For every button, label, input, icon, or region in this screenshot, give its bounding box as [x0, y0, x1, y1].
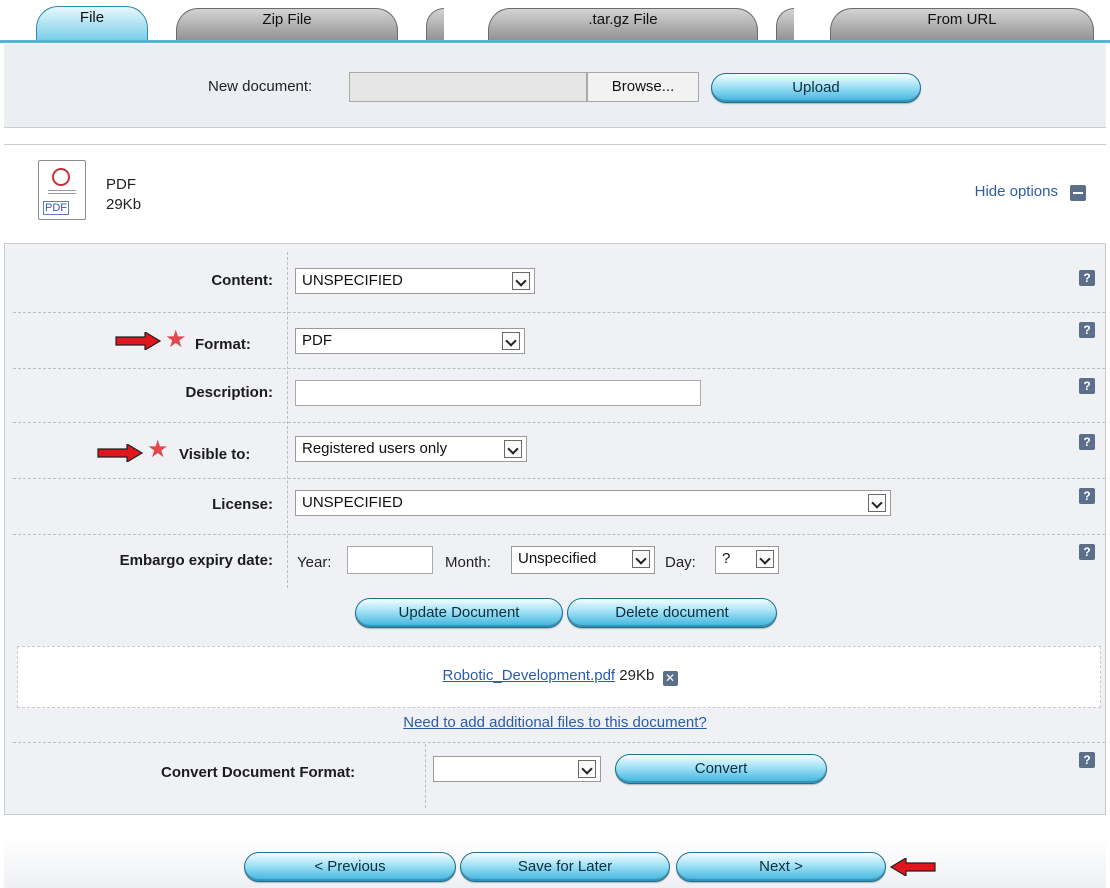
- browse-button[interactable]: Browse...: [587, 72, 699, 102]
- column-divider: [287, 252, 288, 588]
- chevron-down-icon: [502, 332, 520, 350]
- year-input[interactable]: [347, 546, 433, 574]
- column-divider: [425, 744, 426, 808]
- chevron-down-icon: [756, 550, 774, 568]
- chevron-down-icon: [868, 494, 886, 512]
- document-type: PDF: [106, 176, 136, 193]
- next-button[interactable]: Next >: [676, 852, 886, 882]
- row-separator: [13, 742, 1105, 743]
- help-icon[interactable]: ?: [1079, 322, 1095, 338]
- annotation-arrow-right: [97, 444, 143, 462]
- month-select[interactable]: Unspecified: [511, 546, 655, 574]
- description-label: Description:: [185, 384, 273, 401]
- upload-button[interactable]: Upload: [711, 73, 921, 103]
- file-link[interactable]: Robotic_Development.pdf: [443, 667, 616, 684]
- chevron-down-icon: [512, 272, 530, 290]
- collapse-minus-icon[interactable]: [1070, 185, 1086, 201]
- chevron-down-icon: [632, 550, 650, 568]
- convert-button[interactable]: Convert: [615, 754, 827, 784]
- tab-bar: File Zip File .tar.gz File From URL: [0, 0, 1110, 44]
- row-separator: [13, 534, 1105, 535]
- new-document-file-input[interactable]: [349, 72, 587, 102]
- delete-document-button[interactable]: Delete document: [567, 598, 777, 628]
- hide-options-link[interactable]: Hide options: [975, 183, 1058, 200]
- required-star-icon: ★: [147, 436, 169, 463]
- help-icon[interactable]: ?: [1079, 752, 1095, 768]
- help-icon[interactable]: ?: [1079, 270, 1095, 286]
- chevron-down-icon: [578, 760, 596, 778]
- file-row: Robotic_Development.pdf 29Kb ✕: [18, 667, 1102, 686]
- row-separator: [13, 368, 1105, 369]
- visible-to-select[interactable]: Registered users only: [295, 436, 527, 462]
- convert-format-select[interactable]: [433, 756, 601, 782]
- tab-zip-file[interactable]: Zip File: [176, 8, 398, 42]
- format-select[interactable]: PDF: [295, 328, 525, 354]
- tab-edge-decoration: [426, 8, 444, 42]
- previous-button[interactable]: < Previous: [244, 852, 456, 882]
- tab-file[interactable]: File: [36, 6, 148, 43]
- description-input[interactable]: [295, 380, 701, 406]
- document-size: 29Kb: [106, 196, 142, 213]
- row-separator: [13, 478, 1105, 479]
- required-star-icon: ★: [165, 326, 187, 353]
- save-for-later-button[interactable]: Save for Later: [460, 852, 670, 882]
- content-select[interactable]: UNSPECIFIED: [295, 268, 535, 294]
- pdf-document-icon: PDF: [38, 160, 86, 220]
- day-label: Day:: [665, 554, 696, 571]
- help-icon[interactable]: ?: [1079, 488, 1095, 504]
- license-select[interactable]: UNSPECIFIED: [295, 490, 891, 516]
- content-label: Content:: [211, 272, 273, 289]
- add-files-link[interactable]: Need to add additional files to this doc…: [5, 714, 1105, 731]
- annotation-arrow-left: [890, 858, 936, 876]
- remove-file-icon[interactable]: ✕: [662, 671, 678, 686]
- year-label: Year:: [297, 554, 332, 571]
- upload-panel: New document: Browse... Upload: [4, 44, 1106, 128]
- day-select[interactable]: ?: [715, 546, 779, 574]
- row-separator: [13, 312, 1105, 313]
- embargo-expiry-label: Embargo expiry date:: [119, 552, 273, 569]
- divider: [4, 144, 1106, 145]
- month-label: Month:: [445, 554, 491, 571]
- format-label: Format:: [195, 336, 251, 353]
- row-separator: [13, 422, 1105, 423]
- tab-targz-file[interactable]: .tar.gz File: [488, 8, 758, 42]
- chevron-down-icon: [504, 440, 522, 458]
- tab-from-url[interactable]: From URL: [830, 8, 1094, 42]
- tab-edge-decoration: [776, 8, 794, 42]
- tab-underline: [0, 40, 1110, 43]
- help-icon[interactable]: ?: [1079, 378, 1095, 394]
- convert-format-label: Convert Document Format:: [161, 764, 356, 781]
- visible-to-label: Visible to:: [179, 446, 251, 463]
- new-document-label: New document:: [208, 78, 313, 95]
- file-size: 29Kb: [619, 667, 655, 684]
- file-list: Robotic_Development.pdf 29Kb ✕: [17, 646, 1101, 708]
- update-document-button[interactable]: Update Document: [355, 598, 563, 628]
- help-icon[interactable]: ?: [1079, 434, 1095, 450]
- document-options-panel: Content: UNSPECIFIED ? ★ Format: PDF ? D…: [4, 243, 1106, 815]
- wizard-navigation: < Previous Save for Later Next >: [4, 838, 1106, 888]
- help-icon[interactable]: ?: [1079, 544, 1095, 560]
- annotation-arrow-right: [115, 332, 161, 350]
- license-label: License:: [212, 496, 273, 513]
